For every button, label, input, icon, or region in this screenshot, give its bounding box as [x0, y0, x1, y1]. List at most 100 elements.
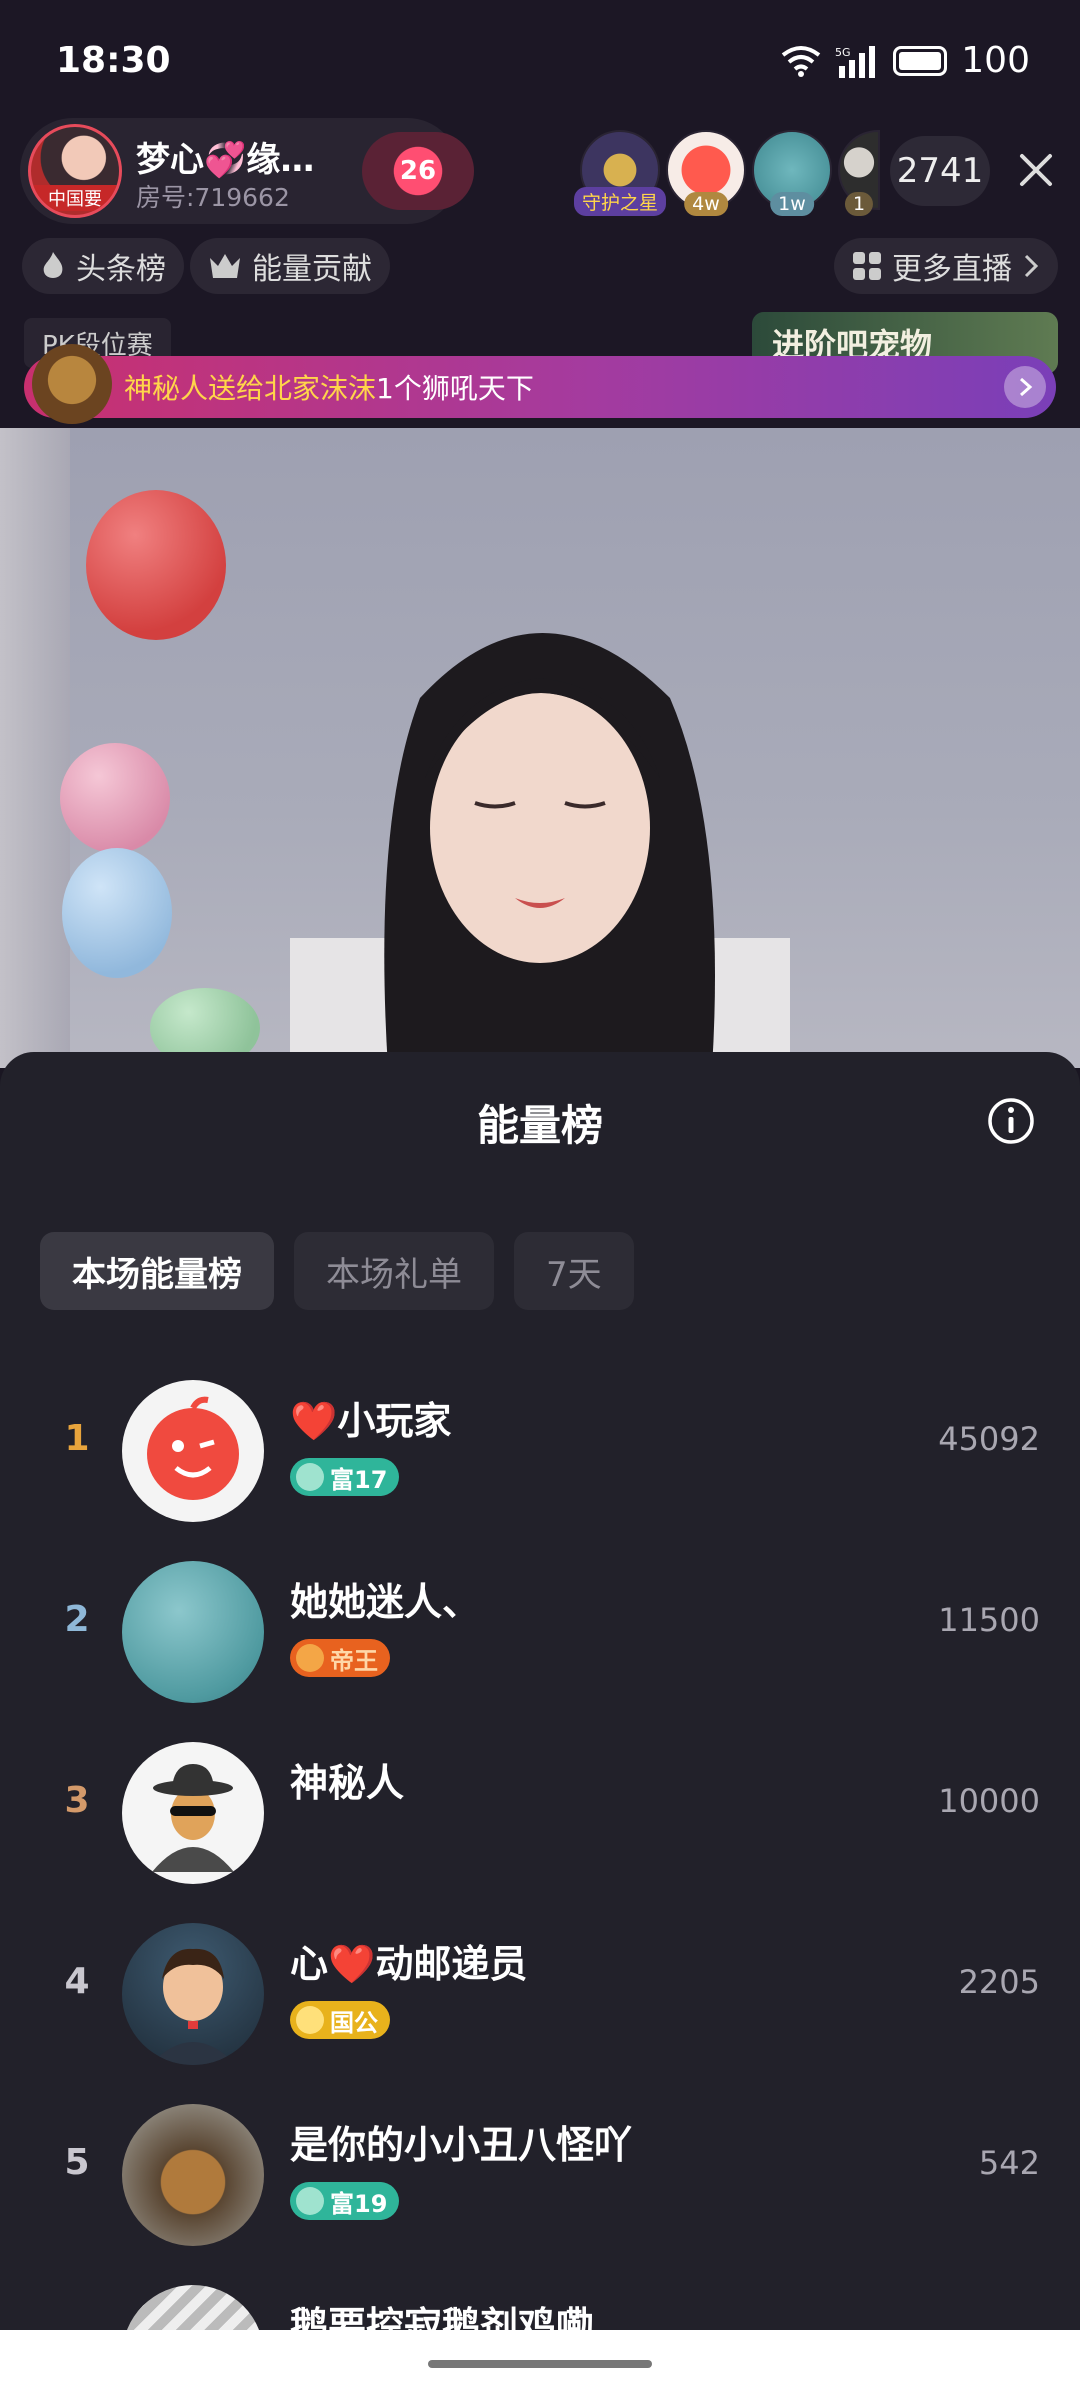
host-avatar-tag: 中国要	[31, 185, 119, 211]
audience-tag: 4w	[684, 192, 728, 216]
energy-rank-sheet: 能量榜 本场能量榜 本场礼单 7天 1 ❤️小玩家 富17 45092 2 她她…	[0, 1052, 1080, 2400]
svg-text:5G: 5G	[835, 46, 851, 59]
user-name: 神秘人	[290, 1761, 405, 1805]
user-name: 是你的小小丑八怪吖	[290, 2123, 633, 2167]
tab-gift-list[interactable]: 本场礼单	[294, 1232, 494, 1310]
rank-row[interactable]: 2 她她迷人、 帝王 11500	[0, 1543, 1080, 1724]
battery-level: 100	[961, 40, 1030, 81]
host-room-number: 房号:719662	[136, 183, 290, 212]
grid-icon	[853, 252, 881, 280]
energy-score: 2205	[958, 1963, 1040, 2001]
audience-avatar[interactable]: 1	[838, 130, 880, 216]
user-avatar[interactable]	[122, 1561, 264, 1703]
user-avatar[interactable]	[122, 2104, 264, 2246]
sheet-title: 能量榜	[476, 1101, 603, 1150]
noble-badge-label: 国公	[330, 2008, 378, 2037]
rank-number: 5	[64, 2142, 90, 2183]
red-balloon	[86, 490, 226, 640]
pink-balloon	[60, 743, 170, 853]
rank-tabs: 本场能量榜 本场礼单 7天	[40, 1232, 634, 1310]
home-gesture-handle[interactable]	[428, 2360, 652, 2368]
lion-gift-icon	[32, 344, 112, 424]
rank-row[interactable]: 5 是你的小小丑八怪吖 富19 542	[0, 2086, 1080, 2267]
audience-tag: 1	[844, 192, 874, 216]
blue-balloon	[62, 848, 172, 978]
more-live-label: 更多直播	[892, 252, 1012, 287]
tab-current-energy[interactable]: 本场能量榜	[40, 1232, 274, 1310]
gift-name: 1个狮吼天下	[376, 372, 534, 405]
status-bar: 18:30 5G 100	[0, 0, 1080, 120]
wealth-badge: 富19	[290, 2182, 400, 2220]
audience-avatar[interactable]: 守护之星	[573, 130, 667, 216]
energy-contribution-button[interactable]: 能量贡献	[190, 238, 390, 294]
crown-icon	[210, 254, 240, 278]
fan-club-badge[interactable]: 26	[362, 132, 474, 210]
gift-sender: 神秘人	[124, 372, 209, 405]
wealth-level-icon	[296, 2187, 324, 2215]
mystery-person-avatar-icon	[152, 1764, 234, 1872]
host-card[interactable]: 中国要 梦心💞缘… 房号:719662 26	[20, 118, 474, 224]
arrow-right-icon[interactable]	[1004, 366, 1046, 408]
cellular-signal-icon: 5G	[835, 45, 876, 78]
duke-icon	[296, 2006, 324, 2034]
user-avatar[interactable]	[122, 1380, 264, 1522]
gift-verb: 送给	[208, 372, 265, 405]
audience-avatar[interactable]: 4w	[666, 130, 746, 216]
rank-list: 1 ❤️小玩家 富17 45092 2 她她迷人、 帝王 11500 3 神秘人…	[0, 1362, 1080, 2400]
rank-number: 1	[64, 1418, 90, 1459]
wealth-badge: 富17	[290, 1458, 400, 1496]
energy-contribution-label: 能量贡献	[252, 252, 372, 287]
live-room-header: 18:30 5G 100 中国要 梦心💞缘… 房号:719662 26 守护之星…	[0, 0, 1080, 428]
energy-score: 542	[978, 2144, 1040, 2182]
gift-receiver: 北家沫沫	[264, 372, 377, 405]
host-name: 梦心💞缘…	[136, 140, 315, 180]
user-name: 心❤️动邮递员	[290, 1942, 528, 1986]
rank-number: 2	[64, 1599, 90, 1640]
user-avatar[interactable]	[122, 1742, 264, 1884]
audience-avatars: 守护之星 4w 1w 1	[573, 130, 886, 216]
curtain	[0, 428, 70, 1068]
status-icons: 5G 100	[781, 40, 1030, 81]
rank-row[interactable]: 1 ❤️小玩家 富17 45092	[0, 1362, 1080, 1543]
user-avatar[interactable]	[122, 1923, 264, 2065]
emperor-icon	[296, 1644, 324, 1672]
wealth-badge-label: 富17	[330, 1465, 388, 1494]
gift-broadcast-banner[interactable]: 神秘人 送给 北家沫沫 1个狮吼天下	[24, 344, 1056, 424]
user-name: 她她迷人、	[290, 1580, 481, 1624]
rank-number: 4	[64, 1961, 90, 2002]
host-avatar[interactable]: 中国要	[28, 124, 122, 218]
wealth-badge-label: 富19	[330, 2189, 388, 2218]
system-navigation-bar	[0, 2330, 1080, 2400]
energy-score: 10000	[938, 1782, 1040, 1820]
flame-icon	[43, 252, 63, 278]
user-name: ❤️小玩家	[290, 1399, 452, 1443]
streamer-figure	[290, 633, 790, 1068]
rank-row[interactable]: 4 心❤️动邮递员 国公 2205	[0, 1905, 1080, 2086]
energy-score: 11500	[938, 1601, 1040, 1639]
rank-number: 3	[64, 1780, 90, 1821]
info-icon[interactable]	[986, 1096, 1036, 1146]
tab-7-days[interactable]: 7天	[514, 1232, 634, 1310]
room-action-row: 头条榜 能量贡献 更多直播	[0, 238, 1080, 294]
noble-badge: 帝王	[290, 1639, 390, 1677]
noble-badge-label: 帝王	[330, 1646, 378, 1675]
close-icon[interactable]	[1012, 146, 1060, 194]
battery-icon	[893, 45, 948, 76]
audience-tag: 1w	[770, 192, 814, 216]
energy-score: 45092	[938, 1420, 1040, 1458]
rank-row[interactable]: 3 神秘人 10000	[0, 1724, 1080, 1905]
chevron-right-icon	[1024, 254, 1039, 278]
audience-count[interactable]: 2741	[890, 136, 990, 206]
headline-rank-label: 头条榜	[76, 252, 166, 287]
wifi-icon	[782, 45, 821, 77]
live-video[interactable]	[0, 428, 1080, 1068]
more-live-button[interactable]: 更多直播	[834, 238, 1058, 294]
cartoon-boy-avatar-icon	[150, 1948, 236, 2065]
wealth-level-icon	[296, 1463, 324, 1491]
audience-avatar[interactable]: 1w	[752, 130, 832, 216]
status-time: 18:30	[56, 40, 171, 81]
audience-tag: 守护之星	[573, 187, 667, 216]
fan-club-level: 26	[399, 156, 437, 186]
noble-badge: 国公	[290, 2001, 390, 2039]
headline-rank-button[interactable]: 头条榜	[22, 238, 184, 294]
